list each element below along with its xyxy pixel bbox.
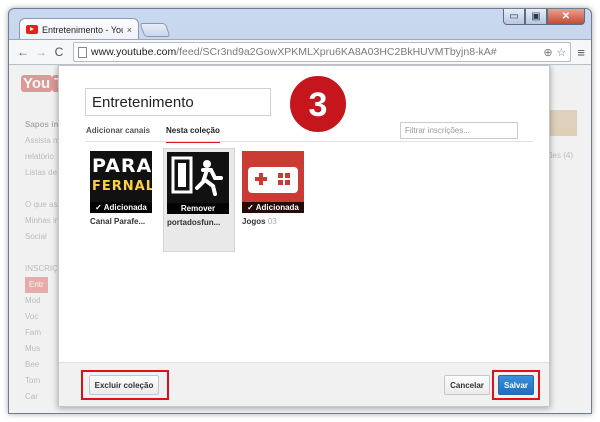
url-host: www.youtube.com — [91, 46, 177, 58]
collection-dialog: Entretenimento 3 Adicionar canais Nesta … — [58, 65, 550, 407]
tab-title: Entretenimento - YouTub — [42, 24, 123, 35]
channel-name: portadosfun... — [167, 218, 221, 227]
browser-tab[interactable]: Entretenimento - YouTub × — [19, 18, 139, 40]
browser-window: ▭ ▣ ✕ Entretenimento - YouTub × ← → C ww… — [8, 8, 592, 414]
back-icon[interactable]: ← — [15, 45, 31, 59]
cancel-button[interactable]: Cancelar — [444, 375, 490, 395]
youtube-favicon-icon — [26, 25, 38, 34]
dialog-footer: Excluir coleção Cancelar Salvar — [59, 362, 549, 406]
minimize-button[interactable]: ▭ — [503, 9, 525, 25]
channel-tile[interactable]: PARA FERNALHA ✓ Adicionada Canal Parafe.… — [87, 148, 159, 252]
zoom-icon[interactable]: ⊕ — [543, 46, 552, 59]
added-badge: ✓ Adicionada — [90, 202, 152, 213]
channel-thumbnail: ✓ Adicionada — [242, 151, 304, 213]
address-bar[interactable]: www.youtube.com /feed/SCr3nd9a2GowXPKMLX… — [73, 42, 572, 62]
channel-name: Jogos 03 — [242, 217, 277, 226]
page-icon — [78, 46, 87, 58]
browser-toolbar: ← → C www.youtube.com /feed/SCr3nd9a2Gow… — [9, 39, 591, 65]
new-tab-button[interactable] — [139, 23, 171, 37]
highlight-box-save — [492, 370, 540, 400]
maximize-button[interactable]: ▣ — [525, 9, 547, 25]
collection-name-input[interactable]: Entretenimento — [85, 88, 271, 116]
highlight-box-delete — [81, 370, 169, 400]
forward-icon[interactable]: → — [33, 45, 49, 59]
window-controls: ▭ ▣ ✕ — [503, 9, 585, 25]
channel-tiles: PARA FERNALHA ✓ Adicionada Canal Parafe.… — [87, 148, 315, 252]
channel-tile[interactable]: Remover portadosfun... — [163, 148, 235, 252]
page-viewport: YouTu Sapos in Assista m relatório Lista… — [9, 65, 591, 413]
added-badge: ✓ Adicionada — [242, 202, 304, 213]
menu-icon[interactable]: ≡ — [577, 45, 585, 60]
reload-icon[interactable]: C — [51, 45, 67, 59]
channel-tile[interactable]: ✓ Adicionada Jogos 03 — [239, 148, 311, 252]
step-number-badge: 3 — [288, 74, 348, 134]
url-path: /feed/SCr3nd9a2GowXPKMLXpru6KA8A03HC2BkH… — [176, 46, 497, 58]
remove-button[interactable]: Remover — [167, 203, 229, 214]
channel-thumbnail: Remover — [167, 152, 229, 214]
close-window-button[interactable]: ✕ — [547, 9, 585, 25]
divider — [85, 141, 533, 142]
background-thumbnail — [547, 110, 577, 136]
tab-close-icon[interactable]: × — [127, 25, 132, 35]
channel-name: Canal Parafe... — [90, 217, 146, 226]
filter-subscriptions-input[interactable]: Filtrar inscrições... — [400, 122, 518, 139]
star-icon[interactable]: ☆ — [557, 46, 567, 59]
background-sidebar: Sapos in Assista m relatório Listas de O… — [25, 120, 60, 401]
svg-text:3: 3 — [309, 86, 328, 124]
channel-thumbnail: PARA FERNALHA ✓ Adicionada — [90, 151, 152, 213]
